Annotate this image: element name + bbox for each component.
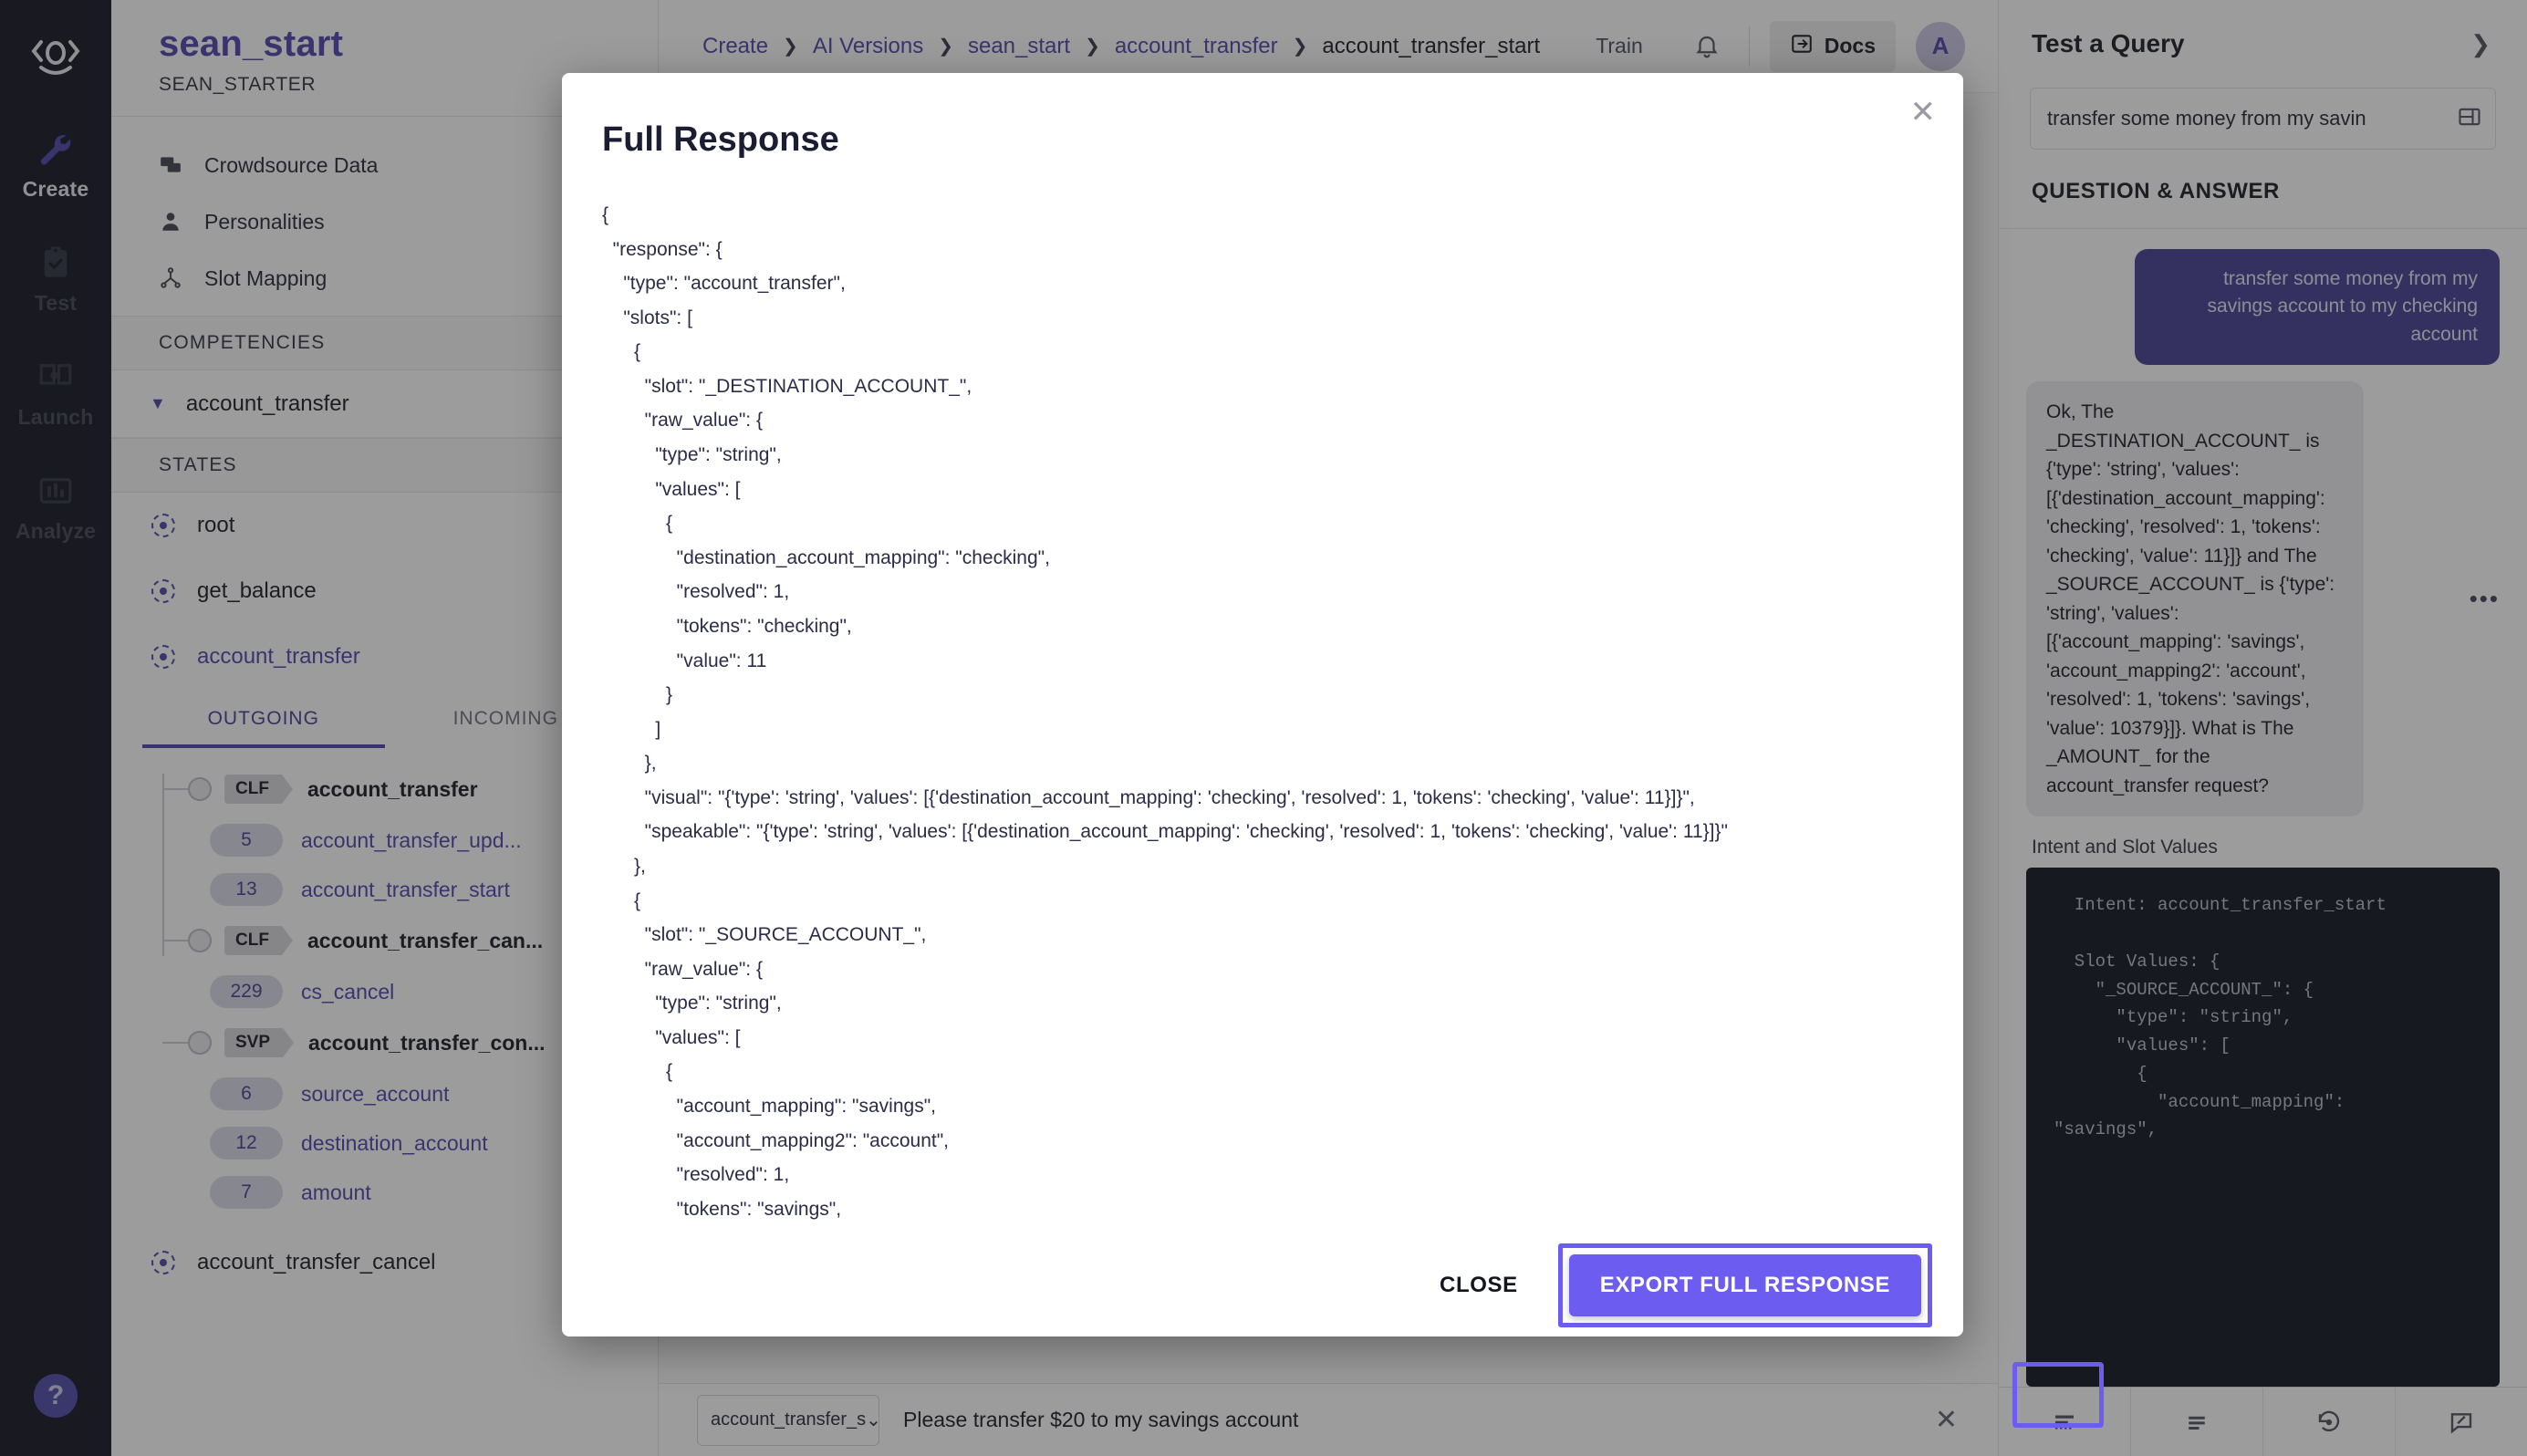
full-response-dialog: ✕ Full Response { "response": { "type": …	[562, 73, 1963, 1336]
full-response-json: { "response": { "type": "account_transfe…	[602, 204, 1728, 1234]
close-button[interactable]: CLOSE	[1414, 1258, 1544, 1313]
close-icon[interactable]: ✕	[1910, 97, 1937, 128]
app-root: Create Test Launch Analyze ? sean_start …	[0, 0, 2527, 1456]
export-full-response-button[interactable]: EXPORT FULL RESPONSE	[1568, 1254, 1921, 1316]
export-button-highlight: EXPORT FULL RESPONSE	[1557, 1243, 1933, 1327]
dialog-title: Full Response	[602, 120, 839, 159]
dialog-footer: CLOSE EXPORT FULL RESPONSE	[562, 1234, 1963, 1336]
